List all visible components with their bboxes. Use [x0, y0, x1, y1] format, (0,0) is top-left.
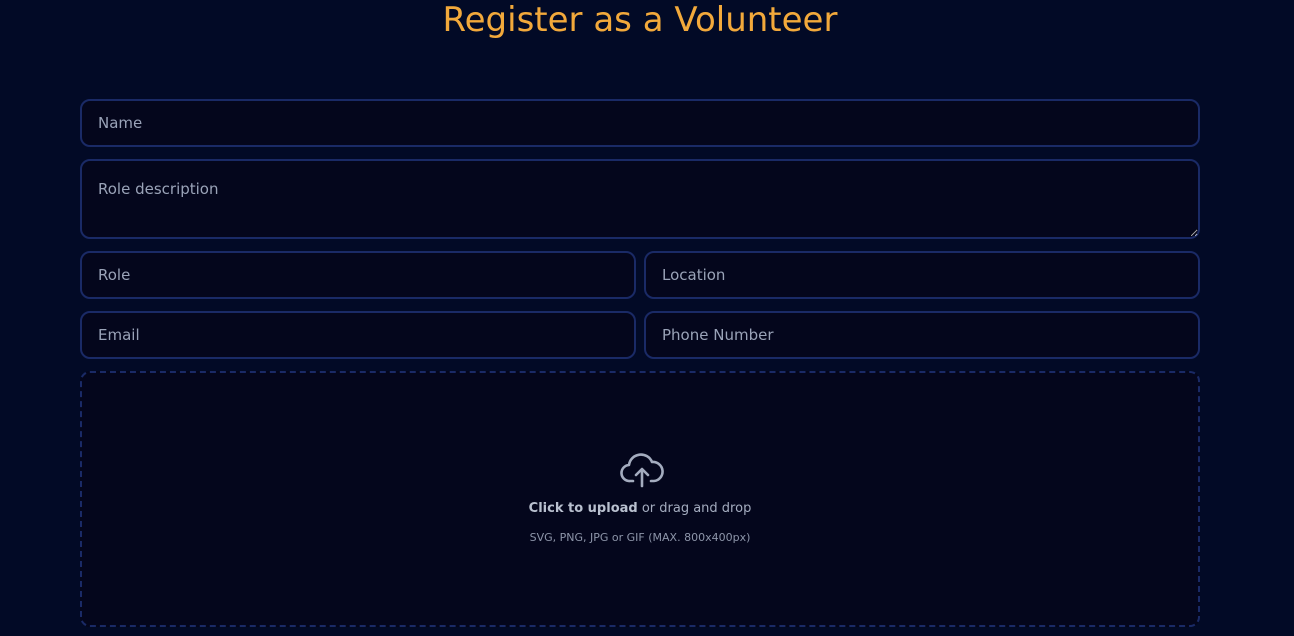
role-input[interactable]: [80, 251, 636, 299]
file-upload-dropzone[interactable]: Click to upload or drag and drop SVG, PN…: [80, 371, 1200, 627]
click-to-upload-label[interactable]: Click to upload: [529, 501, 638, 516]
page-title: Register as a Volunteer: [442, 0, 838, 40]
upload-instructions: Click to upload or drag and drop: [82, 501, 1198, 516]
role-description-textarea[interactable]: [80, 159, 1200, 239]
name-input[interactable]: [80, 99, 1200, 147]
location-input[interactable]: [644, 251, 1200, 299]
register-page: Register as a Volunteer Click to upload …: [0, 0, 1294, 636]
upload-file-types-hint: SVG, PNG, JPG or GIF (MAX. 800x400px): [529, 531, 751, 544]
drag-and-drop-label: or drag and drop: [637, 501, 752, 516]
email-input[interactable]: [80, 311, 636, 359]
phone-number-input[interactable]: [644, 311, 1200, 359]
cloud-upload-icon: [620, 453, 664, 488]
